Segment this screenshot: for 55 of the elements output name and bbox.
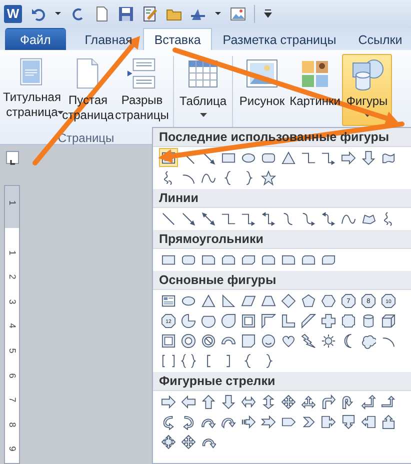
cross-shape-icon[interactable]: [319, 311, 338, 330]
elbowdouble-shape-icon[interactable]: [259, 209, 278, 228]
section-header: Прямоугольники: [159, 232, 264, 246]
quadarrow-shape-icon[interactable]: [279, 392, 298, 411]
ruler-number: 4: [6, 324, 19, 329]
star-shape-icon[interactable]: [259, 168, 278, 187]
picture-icon[interactable]: [230, 6, 246, 22]
ribbon-tab[interactable]: Ссылки: [347, 28, 411, 50]
halfframe-shape-icon[interactable]: [259, 311, 278, 330]
ribbon-tab[interactable]: Разметка страницы: [212, 28, 348, 50]
donut-shape-icon[interactable]: [179, 331, 198, 350]
diagstripe-shape-icon[interactable]: [299, 311, 318, 330]
shapes-icon: [350, 57, 384, 91]
section-header: Линии: [159, 191, 198, 205]
app-logo[interactable]: W: [4, 5, 22, 23]
ruler-number: 5: [6, 348, 19, 354]
ruler-number: 1: [6, 200, 19, 206]
ruler-number: 1: [6, 250, 19, 255]
file-tab[interactable]: Файл: [5, 28, 66, 50]
ribbon-button[interactable]: Титульная страница: [2, 54, 62, 126]
new-document-icon[interactable]: [94, 6, 110, 22]
ruler-number: 6: [6, 372, 19, 378]
undo-icon[interactable]: [30, 6, 46, 22]
ribbon-tab[interactable]: Вставка: [143, 28, 212, 50]
leftup-shape-icon[interactable]: [359, 392, 378, 411]
save-icon[interactable]: [118, 6, 134, 22]
uarrow-shape-icon[interactable]: [199, 392, 218, 411]
caret-icon: [200, 113, 206, 117]
ruler-number: 3: [6, 298, 19, 304]
ribbon-button[interactable]: Таблица: [177, 54, 229, 126]
quadcallout-shape-icon[interactable]: [159, 432, 178, 451]
ribbon-button[interactable]: Рисунок: [236, 54, 288, 126]
darrow-shape-icon[interactable]: [219, 392, 238, 411]
quadarrow-shape-icon[interactable]: [179, 432, 198, 451]
caret-icon: [56, 110, 64, 114]
tab-selector-button[interactable]: [6, 151, 19, 164]
ruler-number: 9: [6, 446, 19, 452]
scurvedouble-shape-icon[interactable]: [319, 209, 338, 228]
ruler-number: 7: [6, 397, 19, 402]
bracepair-shape-icon[interactable]: [179, 351, 198, 370]
pie-shape-icon[interactable]: [179, 311, 198, 330]
diamond-shape-icon[interactable]: [279, 291, 298, 310]
teardrop-shape-icon[interactable]: [219, 311, 238, 330]
darrow-shape-icon[interactable]: [359, 148, 378, 167]
group-label: Страницы: [58, 130, 114, 147]
document-pen-icon[interactable]: [142, 6, 158, 22]
section-header: Основные фигуры: [159, 273, 276, 287]
ribbon-tab[interactable]: Главная: [74, 28, 144, 50]
caret-icon: [364, 113, 370, 117]
ruler-number: 8: [6, 422, 19, 427]
ribbon-button[interactable]: Разрыв страницы: [114, 54, 170, 126]
ribbon-button[interactable]: Фигуры: [342, 54, 392, 126]
ruler-number: 2: [6, 274, 19, 280]
lightning-shape-icon[interactable]: [299, 331, 318, 350]
section-header: Фигурные стрелки: [159, 374, 276, 388]
